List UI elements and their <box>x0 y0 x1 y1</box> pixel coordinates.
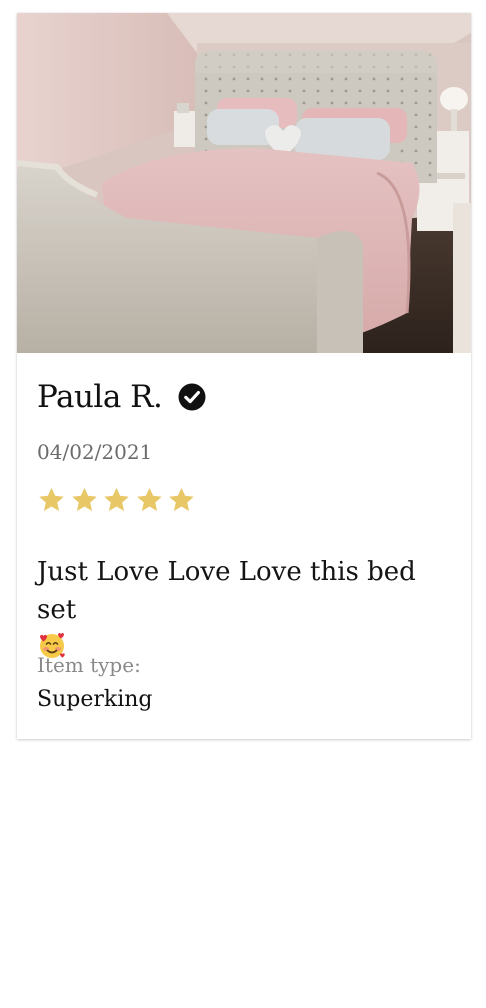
star-rating <box>37 486 200 516</box>
review-date: 04/02/2021 <box>37 440 153 464</box>
verified-check-icon <box>178 383 206 411</box>
star-icon <box>136 487 162 511</box>
reviewer-row: Paula R. <box>37 377 206 417</box>
item-type-label: Item type: <box>37 653 141 677</box>
star-icon <box>104 487 129 511</box>
star-icon <box>71 487 97 511</box>
review-photo[interactable] <box>17 13 471 353</box>
reviewer-name: Paula R. <box>37 379 163 415</box>
review-card: Paula R. 04/02/2021 Just Love Love Love … <box>17 13 471 739</box>
star-icon <box>39 487 64 511</box>
review-body: Just Love Love Love this bed set <box>37 557 416 625</box>
star-icon <box>169 487 194 511</box>
item-type-value: Superking <box>37 687 153 712</box>
review-text: Just Love Love Love this bed set <box>37 553 457 667</box>
